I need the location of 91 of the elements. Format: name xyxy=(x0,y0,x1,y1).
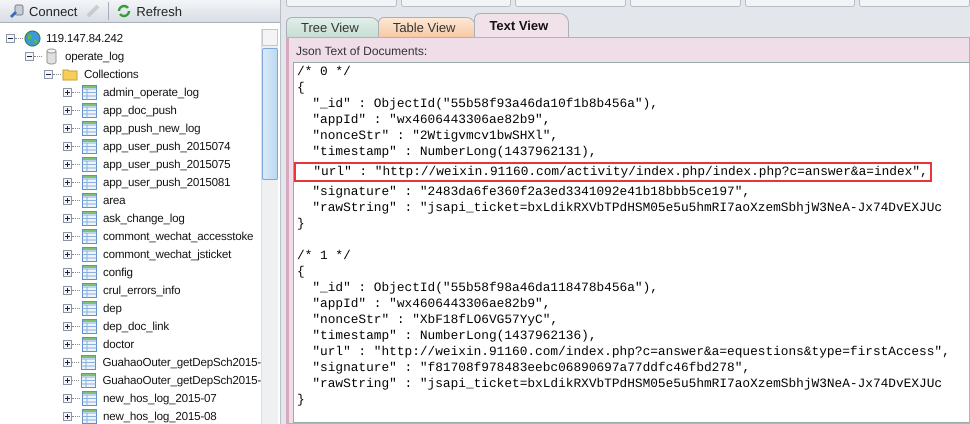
code-line: /* 1 */ xyxy=(297,248,351,264)
code-line: "nonceStr" : "2Wtigvmcv1bwSHXl", xyxy=(311,128,558,144)
code-line: "timestamp" : NumberLong(1437962136), xyxy=(311,328,596,344)
table-icon xyxy=(81,192,98,208)
code-line: { xyxy=(297,80,305,96)
table-icon xyxy=(81,390,98,406)
expand-icon[interactable] xyxy=(63,160,72,168)
table-icon xyxy=(81,264,98,280)
table-icon xyxy=(81,282,98,298)
expand-icon[interactable] xyxy=(63,376,72,384)
code-line: } xyxy=(297,216,305,232)
tab[interactable]: Text View xyxy=(474,13,570,37)
tree-item[interactable]: config xyxy=(103,266,133,278)
table-icon xyxy=(81,228,98,244)
table-icon xyxy=(81,318,98,334)
code-line: "appId" : "wx4606443306ae82b9", xyxy=(311,296,550,312)
table-icon xyxy=(81,300,98,316)
code-line: "rawString" : "jsapi_ticket=bxLdikRXVbTPdHSM05e5u5hmRI7aoXzemSbhjW3NeA-Jx74DvEXJUc xyxy=(311,376,942,392)
code-line: "_id" : ObjectId("55b58f98a46da118478b456a"), xyxy=(311,280,658,296)
panel-label: Json Text of Documents: xyxy=(295,43,428,60)
expand-icon[interactable] xyxy=(63,412,72,420)
tab[interactable]: Table View xyxy=(378,17,476,37)
collapse-icon[interactable] xyxy=(44,70,53,78)
collapse-icon[interactable] xyxy=(6,34,15,42)
expand-icon[interactable] xyxy=(63,250,72,258)
tree-item[interactable]: GuahaoOuter_getDepSch2015- xyxy=(102,356,261,368)
code-line: "signature" : "f81708f978483eebc06890697a77ddfc46fbd278", xyxy=(311,360,750,376)
tree-item[interactable]: admin_operate_log xyxy=(103,86,199,98)
code-line: } xyxy=(297,392,305,408)
tree-item[interactable]: new_hos_log_2015-08 xyxy=(103,410,217,422)
expand-icon[interactable] xyxy=(63,88,72,96)
tab[interactable]: Tree View xyxy=(286,17,380,37)
tree-item[interactable]: app_user_push_2015081 xyxy=(103,176,230,188)
expand-icon[interactable] xyxy=(63,214,72,222)
table-icon xyxy=(81,138,98,154)
expand-icon[interactable] xyxy=(63,124,72,132)
expand-icon[interactable] xyxy=(63,196,72,204)
code-line: { xyxy=(297,264,305,280)
tree-item[interactable]: app_user_push_2015074 xyxy=(103,140,230,152)
expand-icon[interactable] xyxy=(63,142,72,150)
code-line: "signature" : "2483da6fe360f2a3ed3341092e41b18bbb5ce197", xyxy=(311,184,750,200)
table-icon xyxy=(81,120,98,136)
connect-button[interactable]: Connect xyxy=(6,1,80,21)
tree-item[interactable]: operate_log xyxy=(65,50,124,62)
expand-icon[interactable] xyxy=(63,358,72,366)
refresh-icon xyxy=(116,3,132,19)
table-icon xyxy=(80,354,98,370)
code-line: /* 0 */ xyxy=(297,64,351,80)
tree-item[interactable]: dep_doc_link xyxy=(103,320,169,332)
tree-item[interactable]: crul_errors_info xyxy=(103,284,180,296)
tree-item[interactable]: new_hos_log_2015-07 xyxy=(103,392,217,404)
table-icon xyxy=(80,372,98,388)
globe-icon xyxy=(24,30,41,46)
code-line: "nonceStr" : "XbF18fLO6VG57YyC", xyxy=(311,312,558,328)
expand-icon[interactable] xyxy=(63,178,72,186)
tree-item[interactable]: dep xyxy=(103,302,122,314)
expand-icon[interactable] xyxy=(63,232,72,240)
tree-item[interactable]: app_push_new_log xyxy=(103,122,200,134)
table-icon xyxy=(81,84,98,100)
tree-item[interactable]: Collections xyxy=(84,68,139,80)
tree-item[interactable]: commont_wechat_jsticket xyxy=(103,248,232,260)
tree-item[interactable]: area xyxy=(103,194,126,206)
table-icon xyxy=(81,408,98,424)
table-icon xyxy=(81,210,98,226)
tree-item[interactable]: app_doc_push xyxy=(103,104,177,116)
table-icon xyxy=(81,156,98,172)
expand-icon[interactable] xyxy=(63,304,72,312)
scrollbar[interactable] xyxy=(261,29,278,424)
expand-icon[interactable] xyxy=(63,286,72,294)
tree-item[interactable]: GuahaoOuter_getDepSch2015- xyxy=(102,374,261,386)
tree-item[interactable]: doctor xyxy=(103,338,134,350)
table-icon xyxy=(81,246,98,262)
tree-item[interactable]: commont_wechat_accesstoke xyxy=(103,230,254,242)
tree-item[interactable]: 119.147.84.242 xyxy=(46,32,123,44)
expand-icon[interactable] xyxy=(63,106,72,114)
table-icon xyxy=(81,174,98,190)
code-line: "url" : "http://weixin.91160.com/index.php?c=answer&a=equestions&type=firstAccess", xyxy=(311,344,950,360)
table-icon xyxy=(81,336,98,352)
tree-item[interactable]: ask_change_log xyxy=(103,212,185,224)
collapse-icon[interactable] xyxy=(25,52,34,60)
expand-icon[interactable] xyxy=(63,268,72,276)
expand-icon[interactable] xyxy=(63,394,72,402)
code-line: "appId" : "wx4606443306ae82b9", xyxy=(311,112,550,128)
expand-icon[interactable] xyxy=(63,322,72,330)
code-line: "_id" : ObjectId("55b58f93a46da10f1b8b456a"), xyxy=(311,96,658,112)
table-icon xyxy=(81,102,98,118)
refresh-button[interactable]: Refresh xyxy=(113,1,185,21)
expand-icon[interactable] xyxy=(63,340,72,348)
tree-item[interactable]: app_user_push_2015075 xyxy=(103,158,230,170)
code-line: "rawString" : "jsapi_ticket=bxLdikRXVbTPdHSM05e5u5hmRI7aoXzemSbhjW3NeA-Jx74DvEXJUc xyxy=(311,200,942,216)
code-line: "timestamp" : NumberLong(1437962131), xyxy=(311,144,596,160)
